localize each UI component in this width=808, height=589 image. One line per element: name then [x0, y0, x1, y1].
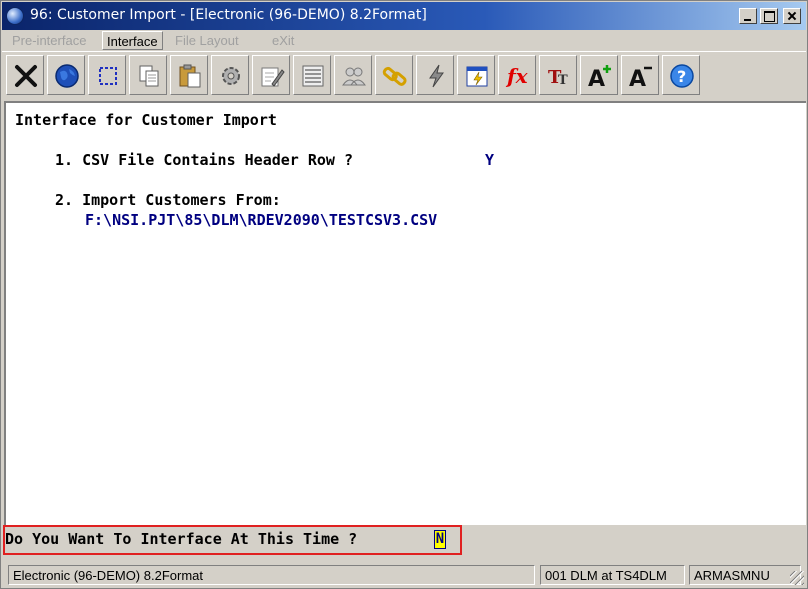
function-fx-icon: fx	[505, 64, 529, 88]
help-tool[interactable]: ?	[662, 55, 700, 95]
help-icon: ?	[670, 64, 694, 88]
close-x-tool[interactable]	[6, 55, 44, 95]
resize-grip[interactable]	[790, 571, 804, 585]
app-window: 96: Customer Import - [Electronic (96-DE…	[0, 0, 808, 589]
paste-icon	[179, 64, 201, 88]
svg-text:A: A	[588, 67, 605, 90]
svg-text:?: ?	[677, 67, 686, 86]
lightning-icon	[429, 64, 444, 88]
font-decrease-tool[interactable]: A	[621, 55, 659, 95]
title-bar[interactable]: 96: Customer Import - [Electronic (96-DE…	[2, 2, 806, 30]
svg-text:fx: fx	[505, 64, 529, 88]
paste-tool[interactable]	[170, 55, 208, 95]
close-button[interactable]	[783, 8, 801, 24]
font-increase-tool[interactable]: A	[580, 55, 618, 95]
lightning-tool[interactable]	[416, 55, 454, 95]
maximize-button[interactable]	[760, 8, 778, 24]
font-increase-icon: A	[588, 65, 611, 90]
edit-form-tool[interactable]	[252, 55, 290, 95]
users-tool[interactable]	[334, 55, 372, 95]
app-icon[interactable]	[6, 7, 24, 25]
toolbar: fx TT A A ?	[2, 51, 806, 99]
link-tool[interactable]	[375, 55, 413, 95]
page-heading: Interface for Customer Import	[15, 111, 277, 129]
window-title: 96: Customer Import - [Electronic (96-DE…	[30, 7, 427, 23]
settings-tool[interactable]	[211, 55, 249, 95]
copy-icon	[139, 65, 159, 87]
main-content: Interface for Customer Import 1. CSV Fil…	[4, 101, 806, 525]
users-icon	[342, 67, 366, 86]
prompt-answer-input[interactable]: N	[434, 530, 446, 549]
edit-form-icon	[261, 67, 285, 87]
status-menu: ARMASMNU	[689, 565, 801, 585]
minimize-button[interactable]	[739, 8, 757, 24]
question-1-value[interactable]: Y	[485, 151, 494, 169]
globe-icon	[55, 64, 79, 88]
copy-tool[interactable]	[129, 55, 167, 95]
close-x-icon	[15, 65, 37, 87]
calendar-run-tool[interactable]	[457, 55, 495, 95]
calendar-run-icon	[466, 66, 488, 87]
globe-tool[interactable]	[47, 55, 85, 95]
select-area-tool[interactable]	[88, 55, 126, 95]
status-bar: Electronic (96-DEMO) 8.2Format 001 DLM a…	[2, 563, 806, 587]
link-icon	[382, 66, 407, 86]
svg-text:A: A	[629, 67, 646, 90]
menu-bar: Pre-interface Interface File Layout eXit	[2, 30, 806, 51]
question-2-value[interactable]: F:\NSI.PJT\85\DLM\RDEV2090\TESTCSV3.CSV	[85, 211, 437, 229]
list-view-tool[interactable]	[293, 55, 331, 95]
select-area-icon	[99, 67, 117, 85]
function-tool[interactable]: fx	[498, 55, 536, 95]
prompt-area: Do You Want To Interface At This Time ? …	[2, 525, 806, 561]
status-user-terminal: 001 DLM at TS4DLM	[540, 565, 685, 585]
font-type-icon: TT	[548, 67, 568, 88]
settings-gear-icon	[222, 67, 240, 85]
list-view-icon	[302, 65, 324, 87]
status-company: Electronic (96-DEMO) 8.2Format	[8, 565, 535, 585]
question-1-label: 1. CSV File Contains Header Row ?	[55, 151, 354, 169]
svg-text:T: T	[558, 73, 568, 88]
font-type-tool[interactable]: TT	[539, 55, 577, 95]
menu-exit[interactable]: eXit	[268, 31, 298, 50]
menu-file-layout[interactable]: File Layout	[171, 31, 243, 50]
font-decrease-icon: A	[629, 66, 652, 90]
menu-interface[interactable]: Interface	[102, 31, 163, 50]
prompt-question: Do You Want To Interface At This Time ?	[5, 530, 358, 548]
menu-pre-interface[interactable]: Pre-interface	[8, 31, 90, 50]
question-2-label: 2. Import Customers From:	[55, 191, 281, 209]
